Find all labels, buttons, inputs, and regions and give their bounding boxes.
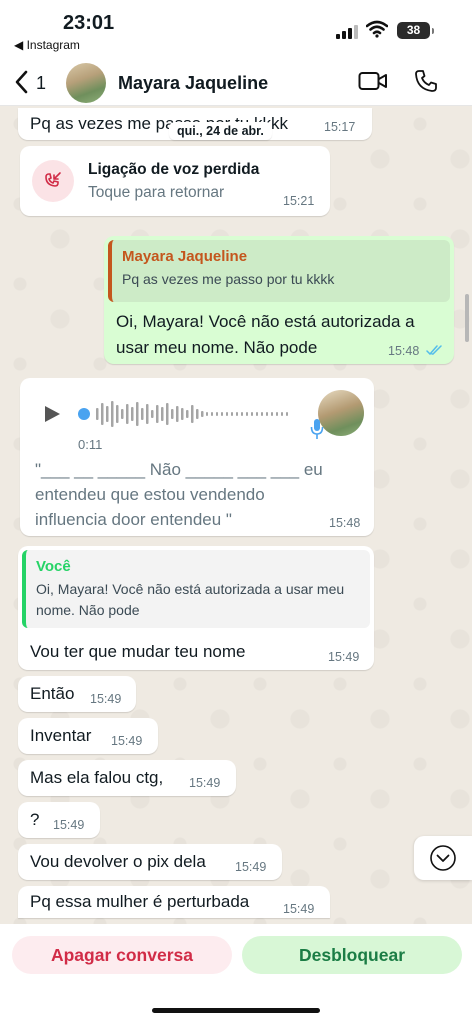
outgoing-reply-message[interactable]: Mayara Jaqueline Pq as vezes me passo po… [104,236,454,364]
voice-sender-avatar [318,390,364,436]
call-subtitle: Toque para retornar [88,184,225,201]
quoted-text: Oi, Mayara! Você não está autorizada a u… [36,581,345,597]
message-time: 15:48 [388,344,420,358]
scrollbar[interactable] [465,294,469,342]
quoted-message[interactable]: Mayara Jaqueline Pq as vezes me passo po… [108,240,450,302]
incoming-message[interactable]: Inventar 15:49 [18,718,158,754]
voice-duration: 0:11 [78,437,103,452]
play-icon[interactable] [42,404,62,424]
unblock-button[interactable]: Desbloquear [242,936,462,974]
contact-name[interactable]: Mayara Jaqueline [118,73,268,94]
voice-message[interactable]: 0:11 "___ __ _____ Não _____ ___ ___ eu … [20,378,374,536]
missed-call-message[interactable]: Ligação de voz perdida Toque para retorn… [20,146,330,216]
message-text: Vou ter que mudar teu nome [30,642,246,661]
mic-icon [310,419,324,439]
message-time: 15:49 [53,818,85,832]
voice-transcript-line: entendeu que estou vendendo [35,485,265,504]
quoted-sender: Mayara Jaqueline [122,248,248,265]
message-text: ? [30,810,40,829]
message-time: 15:49 [283,902,315,916]
date-chip: qui., 24 de abr. [169,122,272,140]
incoming-message[interactable]: Então 15:49 [18,676,136,712]
message-time: 15:21 [283,194,315,208]
incoming-message[interactable]: Mas ela falou ctg, 15:49 [18,760,236,796]
chat-header: 1 Mayara Jaqueline [0,56,472,106]
incoming-message[interactable]: Vou devolver o pix dela 15:49 [18,844,282,880]
voice-transcript-line: influencia door entendeu " [35,510,232,529]
delete-chat-button[interactable]: Apagar conversa [12,936,232,974]
message-time: 15:17 [324,120,356,134]
chevron-down-icon [430,845,456,871]
contact-avatar[interactable] [66,63,106,103]
scroll-to-bottom-button[interactable] [414,836,472,880]
message-text-line: Oi, Mayara! Você não está autorizada a [116,312,415,331]
message-time: 15:49 [328,650,360,664]
voice-transcript-line: "___ __ _____ Não _____ ___ ___ eu [35,460,323,479]
back-to-app-link[interactable]: ◀ Instagram [14,38,80,52]
message-time: 15:49 [235,860,267,874]
message-time: 15:49 [111,734,143,748]
incoming-message[interactable]: Pq essa mulher é perturbada 15:49 [18,886,330,918]
call-title: Ligação de voz perdida [88,161,260,178]
read-ticks-icon [426,345,442,356]
message-time: 15:48 [329,516,361,530]
chevron-left-icon[interactable] [12,69,32,95]
home-indicator[interactable] [152,1008,320,1013]
message-text: Mas ela falou ctg, [30,768,164,787]
battery-icon: 38 [397,22,434,39]
message-text: Inventar [30,726,92,745]
voice-waveform[interactable] [76,399,296,429]
quoted-text: nome. Não pode [36,602,140,618]
message-text-line: usar meu nome. Não pode [116,338,318,357]
message-time: 15:49 [90,692,122,706]
cellular-signal-icon [336,23,358,39]
phone-icon[interactable] [414,69,438,93]
quoted-message[interactable]: Você Oi, Mayara! Você não está autorizad… [22,550,370,628]
message-text: Vou devolver o pix dela [30,852,206,871]
incoming-message[interactable]: ? 15:49 [18,802,100,838]
unread-count[interactable]: 1 [36,73,46,94]
status-time: 23:01 [63,12,115,34]
missed-call-icon [32,160,74,202]
quoted-text: Pq as vezes me passo por tu kkkk [122,271,335,287]
wifi-icon [366,20,388,38]
incoming-reply-message[interactable]: Você Oi, Mayara! Você não está autorizad… [18,546,374,670]
message-text: Pq essa mulher é perturbada [30,892,250,911]
message-text: Então [30,684,75,703]
video-call-icon[interactable] [358,70,388,92]
status-bar: 23:01 ◀ Instagram 38 [0,0,472,56]
message-time: 15:49 [189,776,221,790]
quoted-sender: Você [36,558,71,575]
